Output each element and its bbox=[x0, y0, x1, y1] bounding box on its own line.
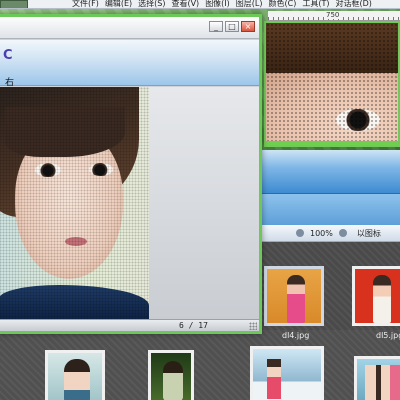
image-counter: 6 / 17 bbox=[179, 321, 208, 330]
gallery-thumbnail-3[interactable] bbox=[250, 346, 324, 400]
gallery-thumbnail-1-figure bbox=[64, 359, 90, 400]
canvas-border bbox=[266, 141, 398, 145]
halftone-overlay bbox=[266, 23, 398, 145]
viewer-empty-area bbox=[149, 87, 259, 319]
gallery-thumbnail-4-figure bbox=[365, 365, 400, 400]
menu-layer[interactable]: 图层(L) bbox=[236, 0, 263, 8]
editor-thumbnail[interactable] bbox=[0, 0, 28, 8]
menu-dialogs[interactable]: 对话框(D) bbox=[335, 0, 371, 8]
gallery-thumbnail-4[interactable] bbox=[354, 356, 400, 400]
menu-image[interactable]: 图像(I) bbox=[205, 0, 230, 8]
menu-color[interactable]: 颜色(C) bbox=[269, 0, 297, 8]
minimize-button[interactable]: _ bbox=[209, 21, 223, 32]
viewer-statusbar: 6 / 17 bbox=[0, 319, 259, 331]
app-logo-icon[interactable]: C bbox=[3, 49, 17, 63]
resize-grip-icon[interactable] bbox=[249, 322, 257, 330]
menu-select[interactable]: 选择(S) bbox=[138, 0, 165, 8]
thumbnail-dl4-label: dl4.jpg bbox=[282, 331, 310, 340]
zoom-out-icon[interactable] bbox=[296, 229, 304, 237]
gallery-thumbnail-1[interactable] bbox=[45, 350, 105, 400]
gallery-thumbnail-3-figure bbox=[267, 359, 281, 399]
browser-toolbar: 100% 以图标 bbox=[256, 225, 400, 242]
zoom-level[interactable]: 100% bbox=[310, 229, 333, 238]
close-button[interactable]: × bbox=[241, 21, 255, 32]
menu-view[interactable]: 查看(V) bbox=[171, 0, 199, 8]
menu-tools[interactable]: 工具(T) bbox=[302, 0, 329, 8]
viewer-toolbar: C 右 bbox=[0, 40, 259, 88]
ruler-mark: 750 bbox=[326, 11, 340, 19]
thumbnail-dl5-label: dl5.jpg bbox=[376, 331, 400, 340]
thumbnail-dl4[interactable] bbox=[264, 266, 324, 326]
thumbnail-dl4-figure bbox=[287, 275, 305, 323]
gallery-thumbnail-2-figure bbox=[163, 361, 183, 400]
editor-menubar: 文件(F) 编辑(E) 选择(S) 查看(V) 图像(I) 图层(L) 颜色(C… bbox=[0, 0, 400, 9]
editor-canvas[interactable] bbox=[264, 21, 400, 147]
image-viewer-window: _ □ × C 右 6 / 17 bbox=[0, 14, 262, 334]
horizontal-ruler: 750 bbox=[268, 11, 400, 21]
maximize-button[interactable]: □ bbox=[225, 21, 239, 32]
thumbnail-dl5[interactable] bbox=[352, 266, 400, 326]
menu-file[interactable]: 文件(F) bbox=[72, 0, 99, 8]
window-controls: _ □ × bbox=[209, 21, 255, 32]
viewer-photo[interactable] bbox=[0, 87, 149, 319]
zoom-in-icon[interactable] bbox=[338, 229, 347, 237]
halftone-overlay bbox=[0, 87, 149, 319]
viewer-titlebar[interactable]: _ □ × bbox=[0, 17, 259, 39]
thumbnail-dl5-figure bbox=[373, 275, 391, 323]
browser-header-band bbox=[256, 194, 400, 225]
gallery-thumbnail-2[interactable] bbox=[148, 350, 194, 400]
view-mode-label[interactable]: 以图标 bbox=[357, 228, 381, 239]
menu-edit[interactable]: 编辑(E) bbox=[105, 0, 132, 8]
browser-titlebar[interactable] bbox=[256, 150, 400, 194]
